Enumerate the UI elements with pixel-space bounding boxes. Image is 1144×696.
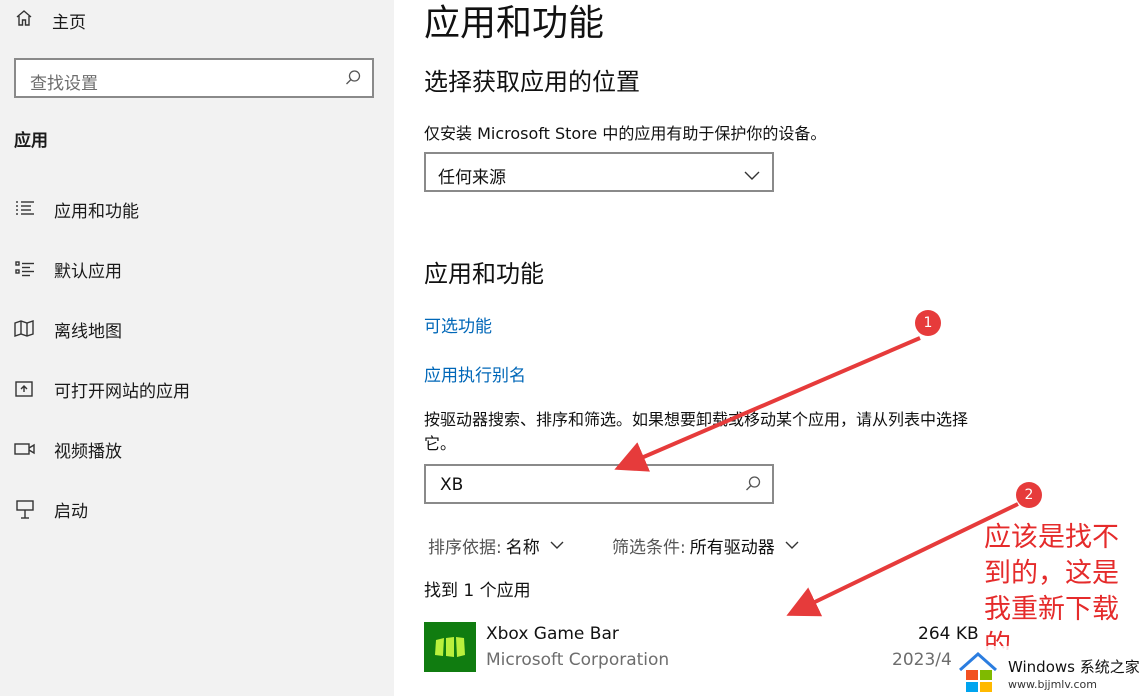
search-description: 按驱动器搜索、排序和筛选。如果想要卸载或移动某个应用，请从列表中选择它。 [424, 410, 969, 453]
app-source-description: 仅安装 Microsoft Store 中的应用有助于保护你的设备。 [424, 124, 827, 143]
optional-features-link[interactable]: 可选功能 [424, 312, 492, 337]
watermark-url: www.bjjmlv.com [1008, 678, 1097, 691]
sort-by-dropdown[interactable]: 排序依据: 名称 [428, 532, 564, 558]
sidebar-home[interactable]: 主页 [14, 6, 86, 34]
app-name: Xbox Game Bar [486, 624, 619, 644]
sidebar-item-label: 离线地图 [54, 321, 122, 342]
chevron-down-icon [785, 535, 799, 555]
page-title: 应用和功能 [424, 3, 605, 44]
app-size: 264 KB [918, 624, 979, 644]
app-execution-aliases-link[interactable]: 应用执行别名 [424, 361, 526, 386]
app-list-item[interactable]: Xbox Game Bar Microsoft Corporation 264 … [424, 620, 984, 676]
app-publisher: Microsoft Corporation [486, 650, 670, 670]
sidebar-item-offline-maps[interactable]: 离线地图 [14, 314, 374, 344]
xbox-game-bar-icon [424, 622, 476, 672]
sidebar-item-video-playback[interactable]: 视频播放 [14, 434, 374, 464]
sidebar-item-default-apps[interactable]: 默认应用 [14, 254, 374, 284]
sidebar-item-label: 可打开网站的应用 [54, 381, 190, 402]
apps-features-heading: 应用和功能 [424, 260, 544, 288]
app-search-value: XB [440, 475, 464, 495]
filter-by-value: 所有驱动器 [689, 537, 775, 558]
open-in-app-icon [14, 378, 36, 400]
sidebar-section-title: 应用 [14, 131, 48, 151]
sidebar-item-label: 视频播放 [54, 441, 122, 462]
home-label: 主页 [52, 12, 86, 33]
chevron-down-icon [550, 535, 564, 555]
app-source-value: 任何来源 [438, 168, 506, 188]
app-list-search-input[interactable]: XB [424, 464, 774, 504]
watermark: Windows 系统之家 www.bjjmlv.com [952, 646, 1144, 696]
search-icon[interactable] [744, 475, 762, 497]
app-source-dropdown[interactable]: 任何来源 [424, 152, 774, 192]
app-source-heading: 选择获取应用的位置 [424, 68, 640, 96]
home-icon [14, 8, 34, 32]
startup-icon [14, 498, 36, 520]
sidebar-item-label: 默认应用 [54, 261, 122, 282]
map-icon [14, 318, 36, 340]
found-apps-count: 找到 1 个应用 [424, 581, 531, 601]
filter-by-dropdown[interactable]: 筛选条件: 所有驱动器 [612, 532, 799, 558]
sidebar-item-apps-for-websites[interactable]: 可打开网站的应用 [14, 374, 374, 404]
settings-search-input[interactable]: 查找设置 [14, 58, 374, 98]
sort-by-value: 名称 [505, 537, 540, 558]
default-apps-icon [14, 258, 36, 280]
sidebar-item-label: 应用和功能 [54, 201, 139, 222]
sort-by-label: 排序依据: [428, 537, 502, 558]
annotation-note: 应该是找不到的，这是我重新下载的 [984, 522, 1119, 650]
annotation-badge-2: 2 [1016, 482, 1042, 508]
annotation-badge-1: 1 [915, 310, 941, 336]
filter-by-label: 筛选条件: [612, 537, 686, 558]
search-placeholder: 查找设置 [30, 74, 98, 94]
search-icon[interactable] [344, 69, 362, 91]
sidebar-item-label: 启动 [54, 501, 88, 522]
windows-logo-icon [956, 648, 1004, 696]
chevron-down-icon [744, 166, 760, 185]
sidebar-item-startup[interactable]: 启动 [14, 494, 374, 524]
settings-sidebar: 主页 查找设置 应用 应用和功能 默认应用 离线地图 可打开网站的应用 视频播放… [0, 0, 394, 696]
list-icon [14, 198, 36, 220]
sidebar-item-apps-features[interactable]: 应用和功能 [14, 194, 374, 224]
watermark-title: Windows 系统之家 [1008, 658, 1140, 676]
video-icon [14, 438, 36, 460]
